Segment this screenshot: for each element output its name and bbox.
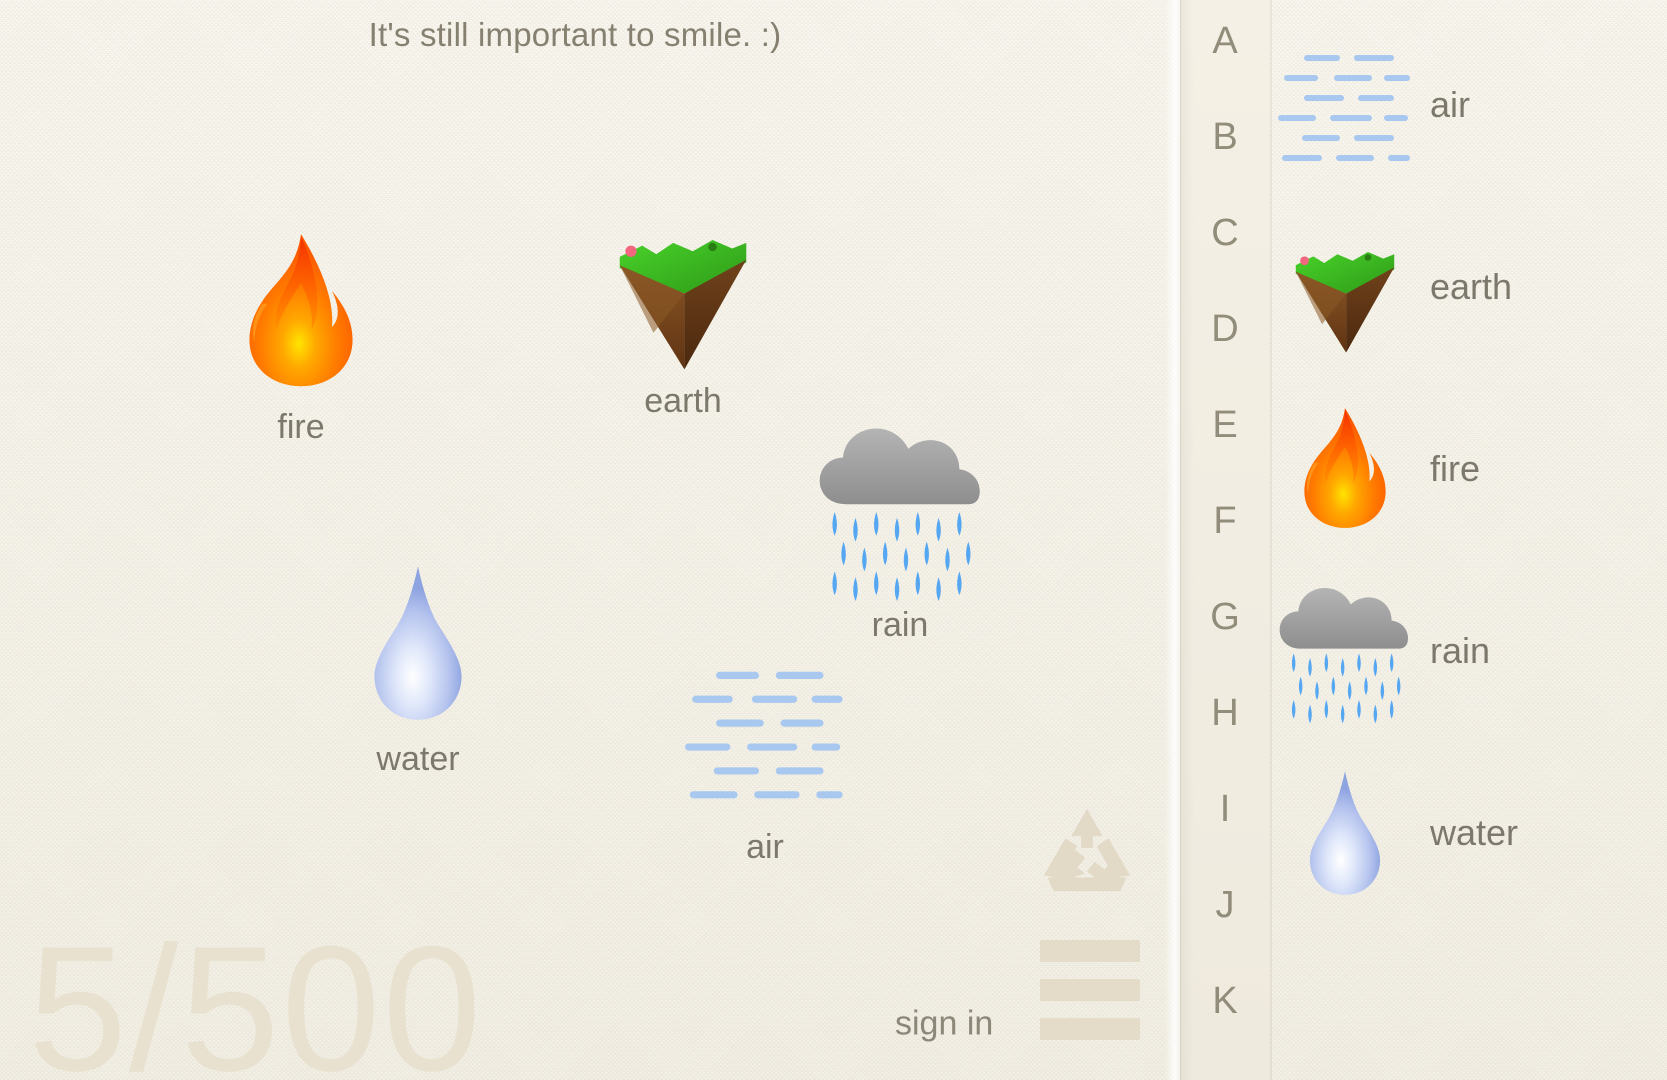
board-element-air[interactable]: air [660, 636, 870, 867]
air-icon [1270, 30, 1420, 180]
board-element-earth[interactable]: earth [578, 190, 788, 421]
board-element-label: fire [277, 408, 325, 446]
library-item-label: air [1430, 84, 1471, 125]
water-icon [313, 548, 523, 738]
board-element-label: water [376, 740, 460, 778]
rain-icon [795, 414, 1005, 604]
alphabet-index[interactable]: A B C D E F G H I J K [1180, 0, 1270, 1080]
alphabet-letter-h[interactable]: H [1211, 694, 1238, 732]
alphabet-letter-g[interactable]: G [1210, 598, 1240, 636]
game-root: It's still important to smile. :) fire e… [0, 0, 1667, 1080]
library-item-earth[interactable]: earth [1270, 196, 1667, 378]
library-item-label: rain [1430, 630, 1491, 671]
alphabet-letter-j[interactable]: J [1216, 886, 1235, 924]
board-element-label: earth [644, 382, 722, 420]
alphabet-letter-a[interactable]: A [1212, 22, 1237, 60]
board-element-fire[interactable]: fire [196, 216, 406, 447]
rain-icon [1270, 576, 1420, 726]
library-item-label: water [1430, 812, 1519, 853]
fire-icon [196, 216, 406, 406]
menu-bar [1040, 1018, 1140, 1040]
menu-bar [1040, 940, 1140, 962]
alphabet-letter-i[interactable]: I [1220, 790, 1231, 828]
sign-in-button[interactable]: sign in [895, 1005, 993, 1044]
air-icon [660, 636, 870, 826]
play-board[interactable]: It's still important to smile. :) fire e… [0, 0, 1180, 1080]
alphabet-letter-d[interactable]: D [1211, 310, 1238, 348]
alphabet-letter-c[interactable]: C [1211, 214, 1238, 252]
earth-icon [578, 190, 788, 380]
library-item-air[interactable]: air [1270, 14, 1667, 196]
tagline-text: It's still important to smile. :) [368, 16, 782, 53]
board-element-label: air [746, 828, 784, 866]
library-item-label: earth [1430, 266, 1513, 307]
hamburger-menu-icon[interactable] [1040, 940, 1140, 1040]
alphabet-letter-f[interactable]: F [1213, 502, 1236, 540]
library-item-label: fire [1430, 448, 1481, 489]
fire-icon [1270, 394, 1420, 544]
board-element-water[interactable]: water [313, 548, 523, 779]
alphabet-letter-e[interactable]: E [1212, 406, 1237, 444]
recycle-icon[interactable] [1038, 800, 1136, 900]
menu-bar [1040, 979, 1140, 1001]
water-icon [1270, 758, 1420, 908]
alphabet-letter-k[interactable]: K [1212, 982, 1237, 1020]
element-library-panel[interactable]: air earth fire rain water [1270, 0, 1667, 1080]
board-element-rain[interactable]: rain [795, 414, 1005, 645]
library-item-fire[interactable]: fire [1270, 378, 1667, 560]
earth-icon [1270, 212, 1420, 362]
score-counter: 5/500 [28, 909, 484, 1080]
library-item-water[interactable]: water [1270, 742, 1667, 924]
library-item-rain[interactable]: rain [1270, 560, 1667, 742]
alphabet-letter-b[interactable]: B [1212, 118, 1237, 156]
